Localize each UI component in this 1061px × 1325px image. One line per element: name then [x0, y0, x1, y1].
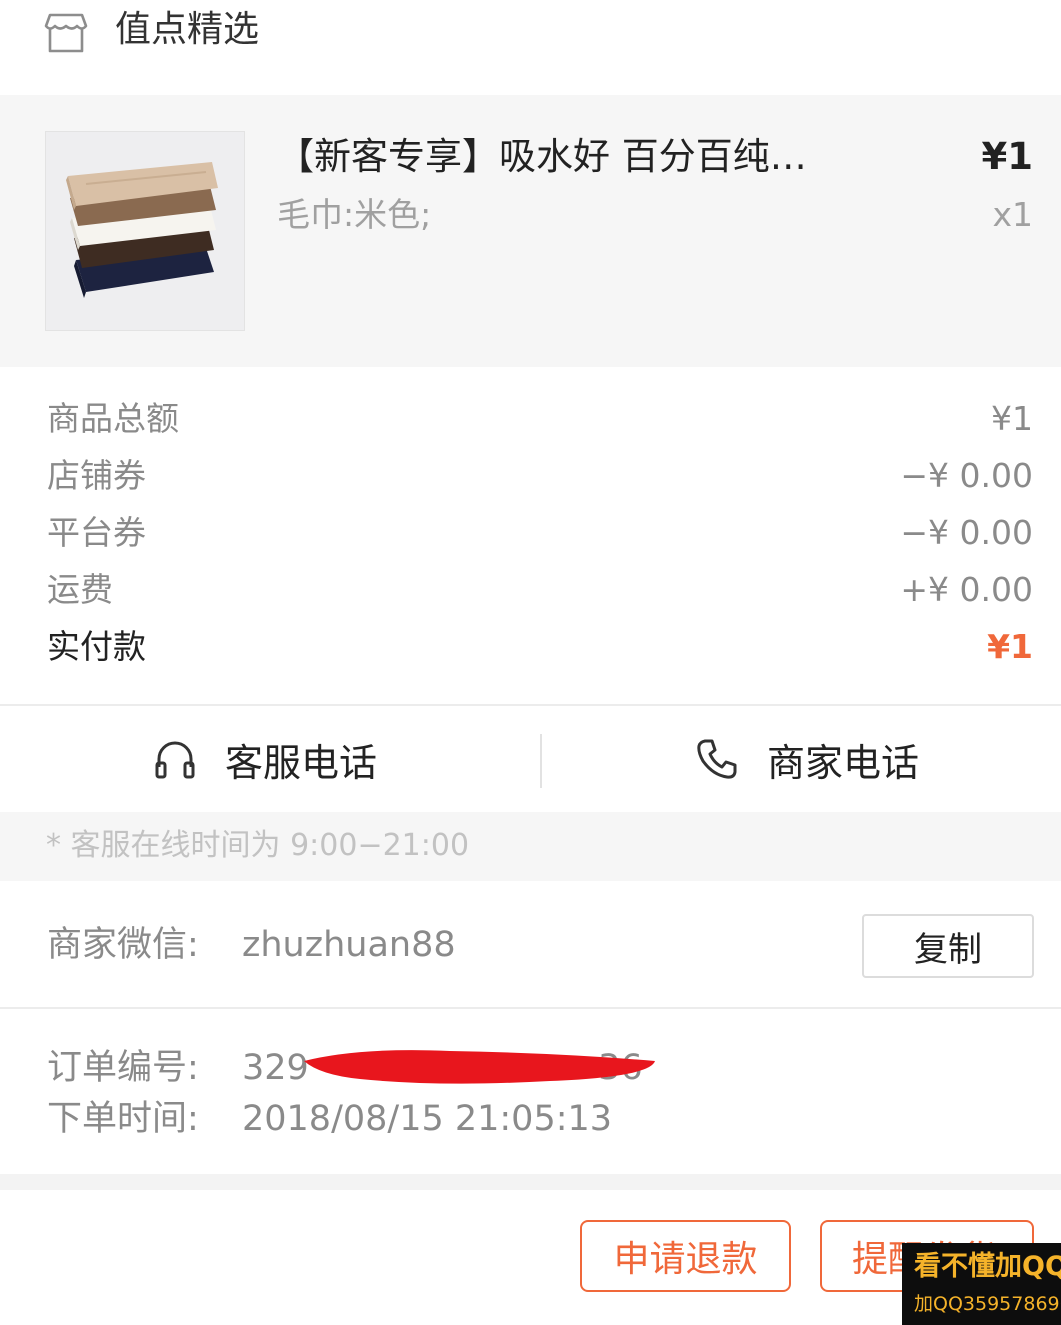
copy-button[interactable]: 复制 [862, 914, 1034, 978]
summary-value: +¥ 0.00 [900, 570, 1033, 609]
summary-label: 商品总额 [47, 399, 179, 438]
phone-icon [695, 737, 739, 781]
product-spec: 毛巾:米色; [277, 195, 432, 234]
service-hours-text: * 客服在线时间为 9:00−21:00 [46, 828, 470, 863]
summary-value: −¥ 0.00 [900, 513, 1033, 552]
watermark-banner: 看不懂加QQ 加QQ359578696 [902, 1243, 1061, 1325]
wechat-value: zhuzhuan88 [242, 925, 456, 965]
request-refund-button[interactable]: 申请退款 [580, 1220, 791, 1292]
merchant-call-button[interactable]: 商家电话 [542, 706, 1061, 812]
customer-service-label: 客服电话 [224, 740, 377, 785]
watermark-line2: 加QQ359578696 [914, 1293, 1061, 1315]
wechat-label: 商家微信: [47, 925, 199, 965]
merchant-phone-label: 商家电话 [766, 740, 919, 785]
summary-value: ¥1 [991, 399, 1033, 438]
total-label: 实付款 [47, 627, 146, 666]
total-value: ¥1 [987, 627, 1033, 666]
product-price: ¥1 [981, 135, 1034, 178]
product-quantity: x1 [992, 195, 1033, 234]
summary-row-subtotal: 商品总额 ¥1 [0, 394, 1061, 451]
summary-value: −¥ 0.00 [900, 456, 1033, 495]
summary-label: 店铺券 [47, 456, 146, 495]
summary-label: 平台券 [47, 513, 146, 552]
redaction-scribble [300, 1043, 662, 1089]
store-icon [44, 12, 88, 54]
order-time-value: 2018/08/15 21:05:13 [242, 1099, 613, 1139]
summary-row-total: 实付款 ¥1 [0, 622, 1061, 679]
product-card[interactable]: 【新客专享】吸水好 百分百纯… ¥1 毛巾:米色; x1 [0, 95, 1061, 367]
summary-row-shop-coupon: 店铺券 −¥ 0.00 [0, 451, 1061, 508]
product-thumbnail[interactable] [45, 131, 245, 331]
watermark-line1: 看不懂加QQ [914, 1251, 1061, 1282]
section-gap [0, 1174, 1061, 1190]
headset-icon [153, 737, 197, 781]
product-title[interactable]: 【新客专享】吸水好 百分百纯… [277, 133, 897, 181]
divider [0, 1007, 1061, 1009]
summary-row-platform-coupon: 平台券 −¥ 0.00 [0, 508, 1061, 565]
customer-service-call-button[interactable]: 客服电话 [0, 706, 530, 812]
order-number-label: 订单编号: [47, 1048, 199, 1088]
summary-label: 运费 [47, 570, 113, 609]
service-hours-bar: * 客服在线时间为 9:00−21:00 [0, 812, 1061, 881]
shop-name[interactable]: 值点精选 [115, 6, 259, 54]
order-time-label: 下单时间: [47, 1099, 199, 1139]
summary-row-shipping: 运费 +¥ 0.00 [0, 565, 1061, 622]
